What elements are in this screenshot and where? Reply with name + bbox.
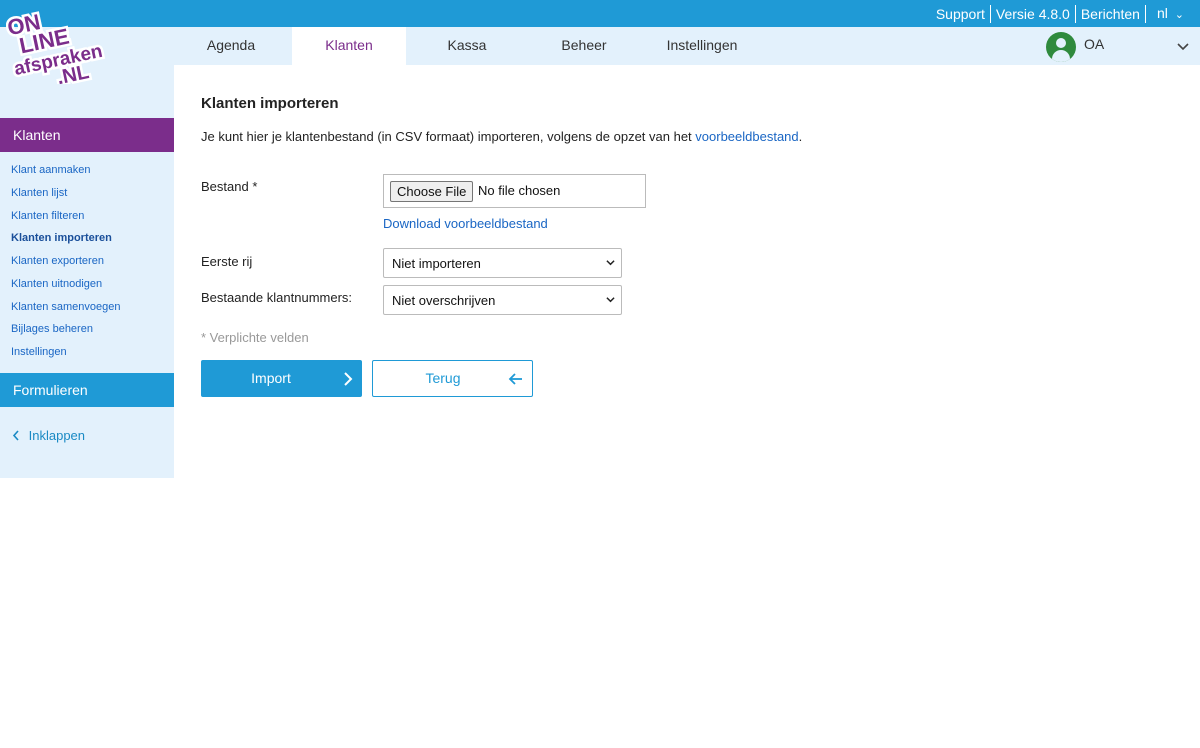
back-button[interactable]: Terug — [372, 360, 533, 397]
chevron-right-icon — [344, 372, 353, 386]
back-button-label: Terug — [425, 370, 461, 386]
example-file-link[interactable]: voorbeeldbestand — [695, 129, 798, 144]
intro-text-end: . — [798, 129, 803, 144]
first-row-value: Niet importeren — [392, 256, 481, 271]
sidebar-item-klanten-importeren[interactable]: Klanten importeren — [11, 230, 120, 253]
existing-numbers-label: Bestaande klantnummers: — [201, 290, 353, 305]
divider — [989, 4, 991, 23]
top-links: Support Versie 4.8.0 Berichten nl ⌄ — [932, 0, 1192, 27]
nav-instellingen[interactable]: Instellingen — [658, 27, 746, 65]
sidebar: Klanten Klant aanmaken Klanten lijst Kla… — [0, 65, 174, 478]
sidebar-links: Klant aanmaken Klanten lijst Klanten fil… — [11, 162, 120, 367]
file-status: No file chosen — [478, 183, 561, 198]
sidebar-section-klanten[interactable]: Klanten — [0, 118, 174, 152]
sidebar-item-klanten-uitnodigen[interactable]: Klanten uitnodigen — [11, 276, 120, 299]
chevron-left-icon — [12, 428, 29, 443]
support-link[interactable]: Support — [932, 6, 989, 22]
page-title: Klanten importeren — [201, 95, 339, 112]
collapse-label: Inklappen — [28, 428, 86, 443]
first-row-label: Eerste rij — [201, 254, 253, 269]
logo[interactable]: ON ON LINE LINE afspraken afspraken .NL … — [3, 4, 112, 92]
first-row-select[interactable]: Niet importeren — [383, 248, 622, 278]
choose-file-button[interactable]: Choose File — [390, 181, 474, 202]
sidebar-item-klanten-samenvoegen[interactable]: Klanten samenvoegen — [11, 299, 120, 322]
language-label: nl — [1156, 4, 1168, 21]
required-fields-note: * Verplichte velden — [201, 330, 309, 345]
language-selector[interactable]: nl ⌄ — [1147, 5, 1192, 23]
main-nav: Agenda Klanten Kassa Beheer Instellingen… — [0, 27, 1200, 65]
chevron-down-icon — [606, 297, 615, 303]
download-example-link[interactable]: Download voorbeeldbestand — [383, 216, 548, 231]
nav-klanten[interactable]: Klanten — [292, 27, 406, 65]
existing-numbers-value: Niet overschrijven — [392, 293, 496, 308]
avatar — [1046, 32, 1076, 62]
version-link[interactable]: Versie 4.8.0 — [992, 6, 1074, 22]
collapse-sidebar-button[interactable]: Inklappen — [12, 428, 85, 443]
file-label: Bestand * — [201, 179, 258, 194]
nav-kassa[interactable]: Kassa — [432, 27, 502, 65]
sidebar-item-bijlages-beheren[interactable]: Bijlages beheren — [11, 321, 120, 344]
chevron-down-icon — [606, 260, 615, 266]
file-input[interactable]: Choose File No file chosen — [383, 174, 646, 208]
nav-agenda[interactable]: Agenda — [195, 27, 267, 65]
chevron-down-icon: ⌄ — [1174, 8, 1184, 21]
nav-beheer[interactable]: Beheer — [548, 27, 620, 65]
sidebar-item-instellingen[interactable]: Instellingen — [11, 344, 120, 367]
intro-text: Je kunt hier je klantenbestand (in CSV f… — [201, 129, 802, 144]
user-menu[interactable]: OA — [1046, 32, 1104, 62]
logo-image: ON ON LINE LINE afspraken afspraken .NL … — [3, 7, 107, 92]
sidebar-item-klant-aanmaken[interactable]: Klant aanmaken — [11, 162, 120, 185]
intro-text-body: Je kunt hier je klantenbestand (in CSV f… — [201, 129, 696, 144]
divider — [1074, 4, 1076, 23]
user-initials: OA — [1084, 36, 1105, 52]
sidebar-item-klanten-filteren[interactable]: Klanten filteren — [11, 208, 120, 231]
divider — [1144, 4, 1146, 23]
top-utility-bar: Support Versie 4.8.0 Berichten nl ⌄ — [0, 0, 1200, 27]
sidebar-item-klanten-exporteren[interactable]: Klanten exporteren — [11, 253, 120, 276]
arrow-left-icon — [508, 373, 522, 385]
import-button[interactable]: Import — [201, 360, 362, 397]
existing-numbers-select[interactable]: Niet overschrijven — [383, 285, 622, 315]
sidebar-item-klanten-lijst[interactable]: Klanten lijst — [11, 185, 120, 208]
sidebar-section-formulieren[interactable]: Formulieren — [0, 373, 174, 407]
import-button-label: Import — [251, 370, 291, 386]
chevron-down-icon[interactable] — [1176, 39, 1190, 55]
messages-link[interactable]: Berichten — [1077, 6, 1144, 22]
